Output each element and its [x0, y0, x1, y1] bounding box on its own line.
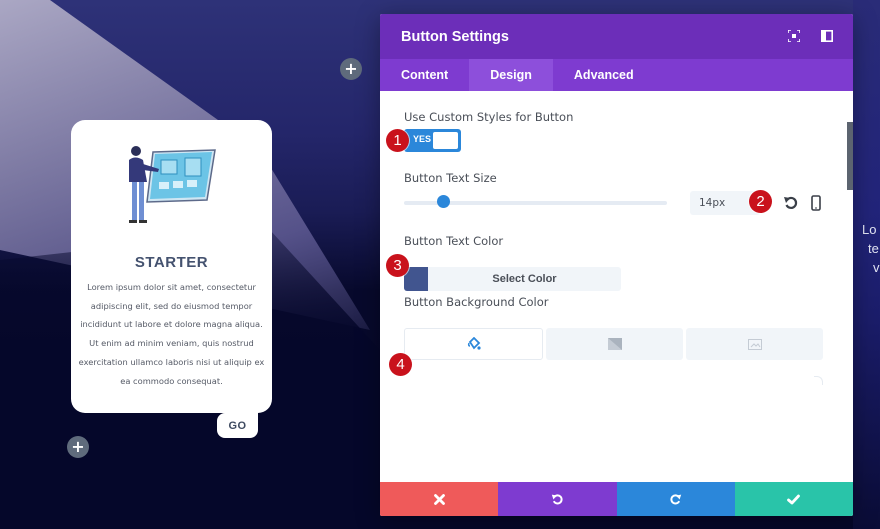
gradient-icon: [607, 338, 622, 350]
split-view-icon[interactable]: [820, 29, 834, 43]
partial-text-line: Lo: [862, 222, 877, 237]
modal-footer: [380, 482, 853, 516]
image-icon: [747, 338, 762, 350]
add-row-button[interactable]: +: [67, 436, 89, 458]
close-icon: [433, 493, 445, 505]
add-section-button[interactable]: +: [340, 58, 362, 80]
annotation-badge: 3: [386, 254, 409, 277]
person-at-touchscreen-illustration: [129, 146, 216, 223]
background-gradient-tab[interactable]: [546, 328, 683, 360]
paint-bucket-icon: [467, 337, 481, 350]
expand-icon[interactable]: [787, 29, 801, 43]
custom-styles-label: Use Custom Styles for Button: [404, 110, 574, 124]
background-color-label: Button Background Color: [404, 295, 549, 309]
text-size-label: Button Text Size: [404, 171, 497, 185]
text-size-slider-handle[interactable]: [436, 195, 450, 208]
redo-button[interactable]: [616, 482, 735, 516]
partial-text-line: te: [868, 241, 879, 256]
toggle-yes-label: YES: [413, 134, 432, 144]
reset-icon[interactable]: [783, 195, 799, 211]
modal-scrollbar[interactable]: [847, 122, 853, 190]
tab-advanced[interactable]: Advanced: [553, 59, 655, 91]
save-button[interactable]: [734, 482, 853, 516]
undo-button[interactable]: [498, 482, 617, 516]
undo-icon: [551, 493, 563, 504]
card-description: Lorem ipsum dolor sit amet, consectetur …: [78, 282, 265, 386]
background-color-tab[interactable]: [404, 328, 543, 360]
plus-icon: +: [344, 59, 358, 78]
partial-text-line: v: [873, 260, 880, 275]
button-settings-modal: Button Settings Content Design Advanced …: [380, 14, 853, 516]
redo-icon: [670, 493, 682, 504]
annotation-badge: 1: [386, 129, 409, 152]
tab-content[interactable]: Content: [380, 59, 469, 91]
mobile-icon[interactable]: [810, 195, 822, 211]
text-color-label: Button Text Color: [404, 234, 504, 248]
background-image-tab[interactable]: [686, 328, 823, 360]
panel-corner: [814, 376, 823, 385]
annotation-badge: 2: [749, 190, 772, 213]
modal-title: Button Settings: [401, 28, 509, 45]
card-title: STARTER: [134, 254, 209, 271]
toggle-knob: [433, 132, 458, 149]
annotation-badge: 4: [389, 353, 412, 376]
tab-design[interactable]: Design: [469, 59, 553, 91]
partial-page-text: Lo te v: [862, 220, 880, 277]
modal-header: Button Settings: [380, 14, 853, 59]
modal-body: Use Custom Styles for Button YES Button …: [380, 91, 853, 482]
check-icon: [787, 494, 801, 504]
go-button[interactable]: GO: [217, 413, 258, 438]
cancel-button[interactable]: [380, 482, 499, 516]
select-color-button[interactable]: Select Color: [428, 267, 621, 291]
background-type-tabs: [404, 328, 823, 360]
plus-icon: +: [71, 437, 85, 456]
modal-tabs: Content Design Advanced: [380, 59, 853, 91]
custom-styles-toggle[interactable]: YES: [404, 129, 461, 152]
pricing-card: STARTER Lorem ipsum dolor sit amet, cons…: [71, 120, 272, 413]
